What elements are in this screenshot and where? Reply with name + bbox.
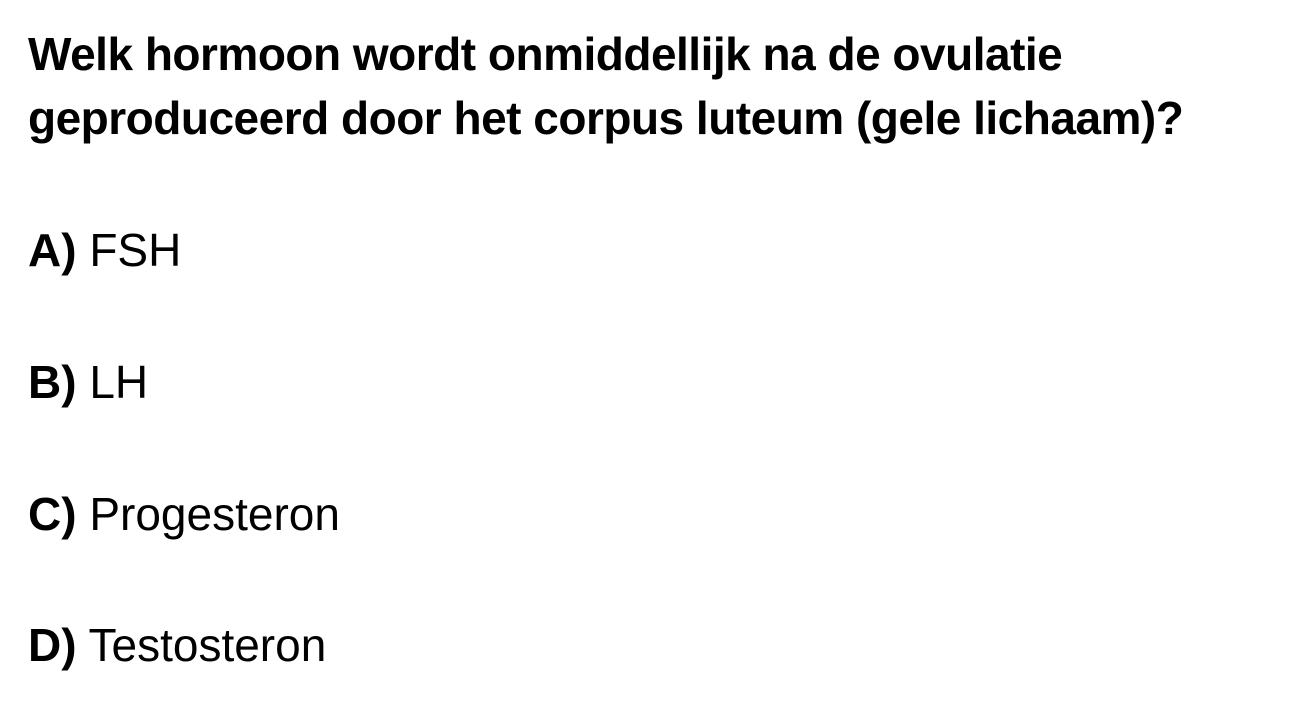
option-text: FSH xyxy=(89,224,182,276)
option-text: Testosteron xyxy=(88,619,327,671)
answer-option-d[interactable]: D) Testosteron xyxy=(28,617,326,673)
answer-option-a[interactable]: A) FSH xyxy=(28,222,181,278)
option-text: LH xyxy=(89,356,149,408)
question-text: Welk hormoon wordt onmiddellijk na de ov… xyxy=(28,22,1268,150)
answer-option-b[interactable]: B) LH xyxy=(28,354,148,410)
option-letter: C) xyxy=(28,488,77,540)
question-line-2: geproduceerd door het corpus luteum (gel… xyxy=(28,92,1184,144)
answer-option-c[interactable]: C) Progesteron xyxy=(28,486,340,542)
option-letter: A) xyxy=(28,224,77,276)
question-line-1: Welk hormoon wordt onmiddellijk na de ov… xyxy=(28,28,1063,80)
option-text: Progesteron xyxy=(89,488,340,540)
quiz-slide: Welk hormoon wordt onmiddellijk na de ov… xyxy=(0,0,1292,710)
option-letter: D) xyxy=(28,619,77,671)
option-letter: B) xyxy=(28,356,77,408)
